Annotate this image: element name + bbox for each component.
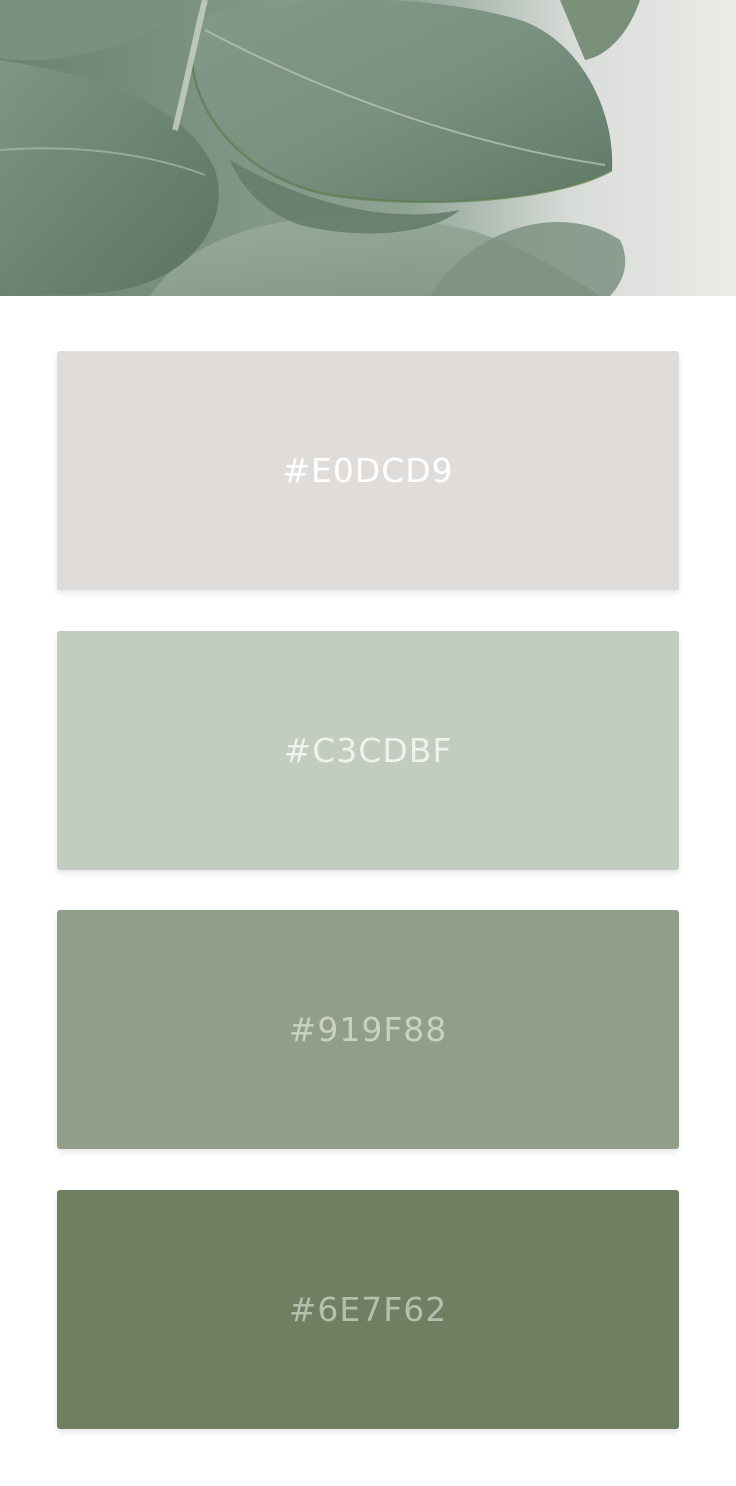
color-swatch: #919F88 [57, 910, 679, 1149]
color-swatch: #6E7F62 [57, 1190, 679, 1429]
hex-code-label: #919F88 [288, 1010, 448, 1049]
hex-code-label: #E0DCD9 [282, 451, 454, 490]
palette-page: #E0DCD9 #C3CDBF #919F88 #6E7F62 [0, 0, 736, 1486]
color-swatch: #C3CDBF [57, 631, 679, 870]
hex-code-label: #6E7F62 [288, 1290, 448, 1329]
eucalyptus-leaves-illustration [0, 0, 736, 296]
color-swatch: #E0DCD9 [57, 351, 679, 590]
hex-code-label: #C3CDBF [283, 731, 453, 770]
eucalyptus-photo [0, 0, 736, 296]
